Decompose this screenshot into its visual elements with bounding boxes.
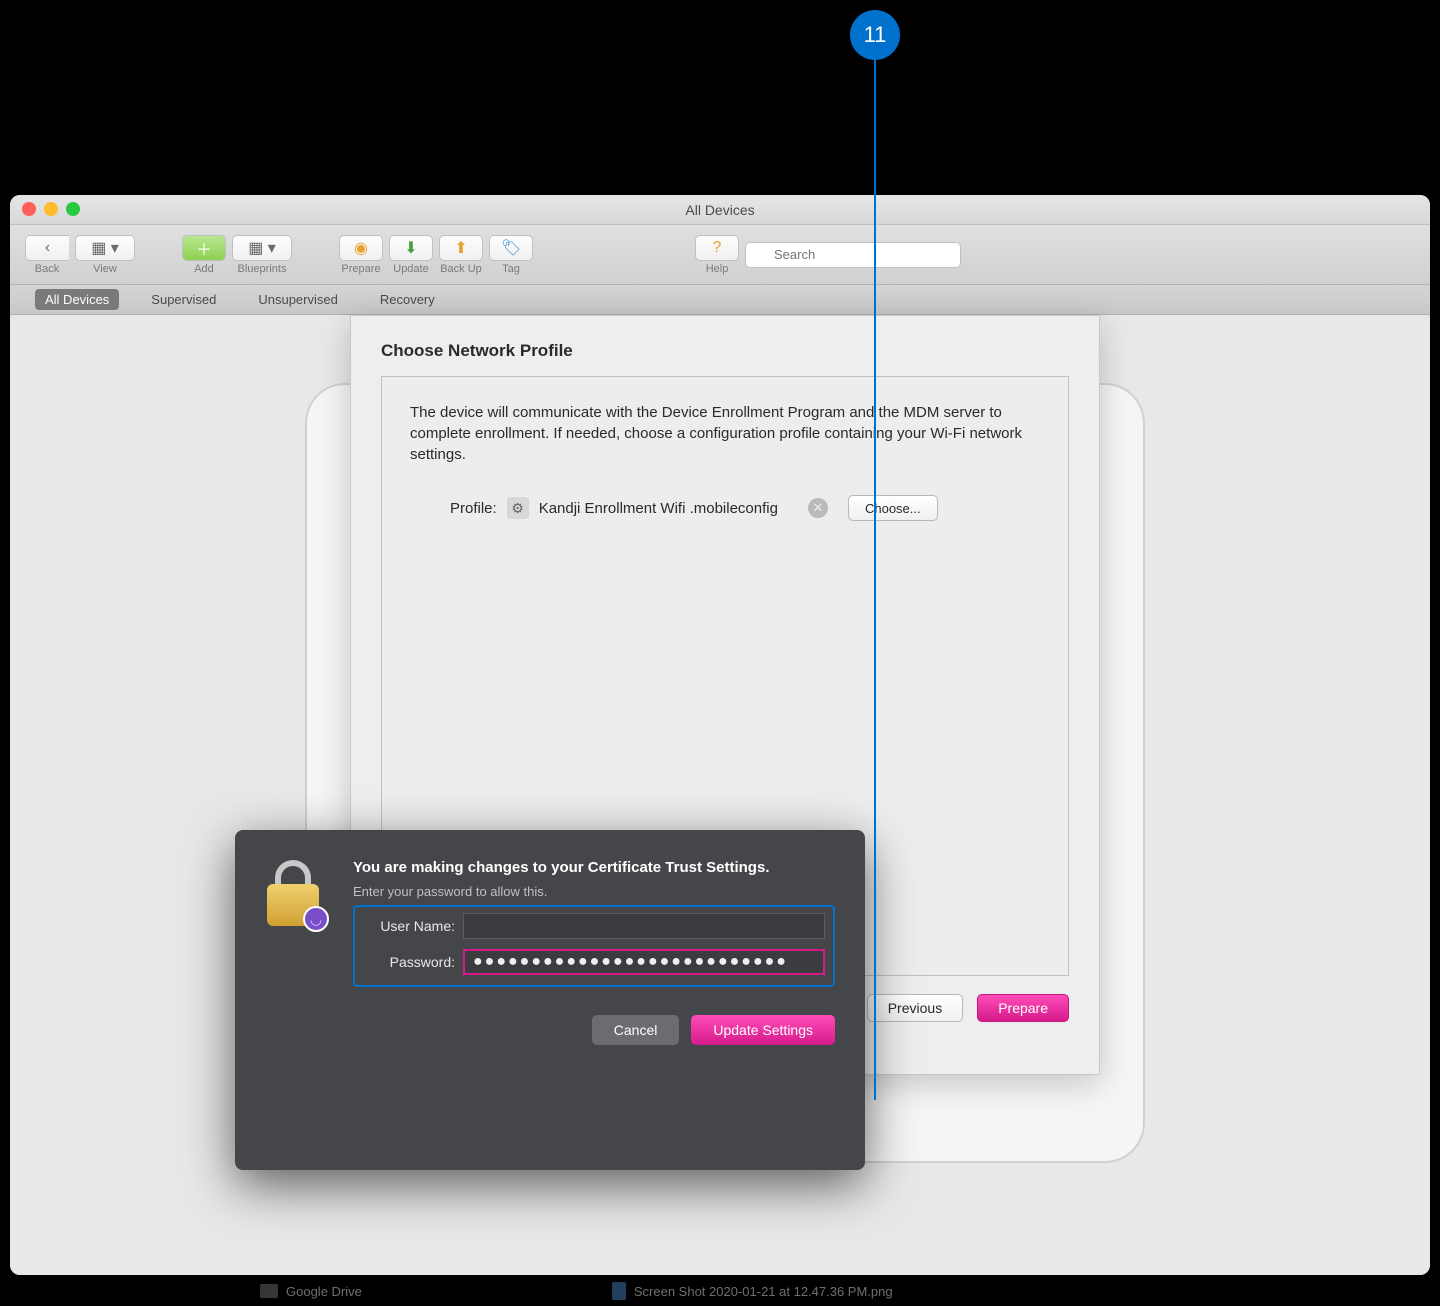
prepare-label: Prepare xyxy=(341,263,380,275)
backup-button[interactable]: ⬆ xyxy=(439,235,483,261)
plus-icon: ＋ xyxy=(196,236,212,260)
window-title: All Devices xyxy=(685,202,754,218)
toolbar: ‹ Back ▦ ▾ View ＋ Add ▦ ▾ Blueprints ◉ P… xyxy=(10,225,1430,285)
auth-dialog: ◡ You are making changes to your Certifi… xyxy=(235,830,865,1170)
add-button[interactable]: ＋ xyxy=(182,235,226,261)
search-wrap: 🔍 xyxy=(745,242,1415,268)
cancel-button[interactable]: Cancel xyxy=(592,1015,680,1045)
previous-button[interactable]: Previous xyxy=(867,994,963,1022)
annotation-badge: 11 xyxy=(850,10,900,60)
choose-button[interactable]: Choose... xyxy=(848,495,938,521)
annotation-line xyxy=(874,60,876,1100)
png-file-icon xyxy=(612,1282,626,1300)
clear-profile-button[interactable]: ✕ xyxy=(808,498,828,518)
tab-supervised[interactable]: Supervised xyxy=(141,289,226,310)
drive-badge-icon: ◡ xyxy=(303,906,329,932)
update-button[interactable]: ⬇ xyxy=(389,235,433,261)
traffic-lights xyxy=(22,202,80,216)
update-settings-button[interactable]: Update Settings xyxy=(691,1015,835,1045)
grid-icon: ▦ ▾ xyxy=(91,238,119,258)
chevron-left-icon: ‹ xyxy=(45,239,50,257)
zoom-window-button[interactable] xyxy=(66,202,80,216)
tag-label: Tag xyxy=(502,263,520,275)
tab-recovery[interactable]: Recovery xyxy=(370,289,445,310)
help-icon: ? xyxy=(713,239,722,257)
help-label: Help xyxy=(706,263,729,275)
search-input[interactable] xyxy=(745,242,961,268)
file-label: Screen Shot 2020-01-21 at 12.47.36 PM.pn… xyxy=(634,1284,893,1299)
tabbar: All Devices Supervised Unsupervised Reco… xyxy=(10,285,1430,315)
auth-subtitle: Enter your password to allow this. xyxy=(353,884,835,899)
profile-filename: Kandji Enrollment Wifi .mobileconfig xyxy=(539,500,778,517)
download-icon: ⬇ xyxy=(404,238,417,258)
username-input[interactable] xyxy=(463,913,825,939)
titlebar: All Devices xyxy=(10,195,1430,225)
prepare-icon: ◉ xyxy=(354,238,368,258)
lock-icon: ◡ xyxy=(265,858,333,936)
back-label: Back xyxy=(35,263,59,275)
password-label: Password: xyxy=(363,954,455,970)
folder-label: Google Drive xyxy=(286,1284,362,1299)
drive-icon xyxy=(260,1284,278,1298)
prepare-button[interactable]: ◉ xyxy=(339,235,383,261)
profile-row: Profile: ⚙ Kandji Enrollment Wifi .mobil… xyxy=(450,495,1040,521)
upload-icon: ⬆ xyxy=(454,238,467,258)
auth-form: User Name: Password: xyxy=(353,905,835,987)
prepare-sheet-button[interactable]: Prepare xyxy=(977,994,1069,1022)
finder-background: Google Drive Screen Shot 2020-01-21 at 1… xyxy=(260,1276,893,1306)
minimize-window-button[interactable] xyxy=(44,202,58,216)
mobileconfig-icon: ⚙ xyxy=(507,497,529,519)
file-item[interactable]: Screen Shot 2020-01-21 at 12.47.36 PM.pn… xyxy=(612,1282,893,1300)
view-label: View xyxy=(93,263,117,275)
tab-unsupervised[interactable]: Unsupervised xyxy=(248,289,348,310)
profile-label: Profile: xyxy=(450,500,497,517)
password-input[interactable] xyxy=(463,949,825,975)
sheet-description: The device will communicate with the Dev… xyxy=(410,402,1040,465)
add-label: Add xyxy=(194,263,214,275)
sidebar-folder[interactable]: Google Drive xyxy=(260,1284,362,1299)
backup-label: Back Up xyxy=(440,263,482,275)
tag-button[interactable]: 🏷 xyxy=(489,235,533,261)
view-button[interactable]: ▦ ▾ xyxy=(75,235,135,261)
tag-icon: 🏷 xyxy=(501,238,521,258)
sheet-title: Choose Network Profile xyxy=(381,341,1069,361)
username-label: User Name: xyxy=(363,918,455,934)
auth-title: You are making changes to your Certifica… xyxy=(353,858,835,878)
tab-all-devices[interactable]: All Devices xyxy=(35,289,119,310)
blueprints-button[interactable]: ▦ ▾ xyxy=(232,235,292,261)
update-label: Update xyxy=(393,263,428,275)
back-button[interactable]: ‹ xyxy=(25,235,69,261)
blueprints-label: Blueprints xyxy=(238,263,287,275)
close-window-button[interactable] xyxy=(22,202,36,216)
blueprints-icon: ▦ ▾ xyxy=(248,238,276,258)
help-button[interactable]: ? xyxy=(695,235,739,261)
